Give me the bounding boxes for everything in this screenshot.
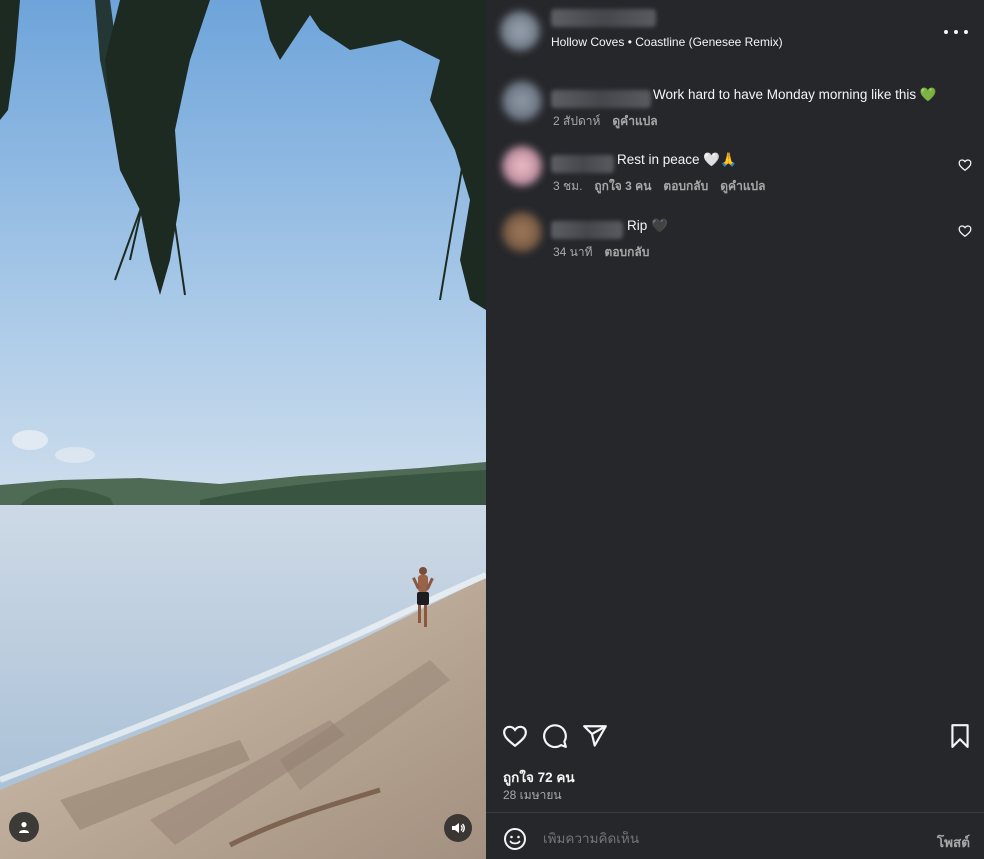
- emoji-smiley-icon[interactable]: [503, 827, 527, 851]
- translate-button[interactable]: ดูคำแปล: [720, 177, 765, 196]
- commenter-avatar[interactable]: [502, 212, 542, 252]
- translate-button[interactable]: ดูคำแปล: [612, 112, 657, 131]
- author-avatar[interactable]: [500, 11, 540, 51]
- comment-bubble-icon[interactable]: [542, 723, 568, 749]
- comment-item: Rip 🖤 34 นาที ตอบกลับ: [486, 212, 984, 272]
- white-heart-pray-icon: 🤍🙏: [703, 152, 737, 167]
- post-header: Hollow Coves • Coastline (Genesee Remix): [486, 0, 984, 72]
- heart-outline-icon[interactable]: [958, 224, 972, 238]
- commenter-avatar[interactable]: [502, 81, 542, 121]
- post-media[interactable]: [0, 0, 486, 859]
- audio-track-link[interactable]: Hollow Coves • Coastline (Genesee Remix): [551, 35, 783, 49]
- post-comment-button[interactable]: โพสต์: [937, 831, 970, 853]
- comment-text: Rest in peace 🤍🙏: [617, 152, 737, 167]
- green-heart-icon: 💚: [919, 87, 937, 102]
- comment-text: Work hard to have Monday morning like th…: [653, 87, 937, 102]
- heart-outline-icon[interactable]: [958, 158, 972, 172]
- reply-button[interactable]: ตอบกลับ: [663, 177, 708, 196]
- commenter-name-redacted[interactable]: [551, 90, 651, 108]
- comment-item: Rest in peace 🤍🙏 3 ชม. ถูกใจ 3 คน ตอบกลั…: [486, 146, 984, 206]
- like-heart-icon[interactable]: [502, 723, 528, 749]
- commenter-name-redacted[interactable]: [551, 221, 623, 239]
- comment-meta: 34 นาที ตอบกลับ: [553, 243, 649, 262]
- comments-panel: Hollow Coves • Coastline (Genesee Remix)…: [486, 0, 984, 859]
- comment-time[interactable]: 34 นาที: [553, 243, 593, 262]
- comment-likes-link[interactable]: ถูกใจ 3 คน: [594, 177, 651, 196]
- sound-toggle-button[interactable]: [444, 814, 472, 842]
- comment-time[interactable]: 2 สัปดาห์: [553, 112, 600, 131]
- likes-count[interactable]: ถูกใจ 72 คน: [503, 766, 575, 788]
- tagged-users-button[interactable]: [9, 812, 39, 842]
- share-paper-plane-icon[interactable]: [582, 723, 608, 749]
- commenter-name-redacted[interactable]: [551, 155, 614, 173]
- beach-photo: [0, 0, 486, 859]
- comment-text: Rip 🖤: [627, 218, 668, 233]
- user-icon: [19, 822, 29, 833]
- bookmark-icon[interactable]: [947, 723, 973, 749]
- post-date[interactable]: 28 เมษายน: [503, 786, 562, 805]
- reply-button[interactable]: ตอบกลับ: [605, 243, 650, 262]
- author-name-redacted[interactable]: [551, 9, 656, 27]
- comment-input[interactable]: [543, 831, 903, 846]
- comment-meta: 2 สัปดาห์ ดูคำแปล: [553, 112, 658, 131]
- more-horizontal-icon: [944, 30, 948, 34]
- volume-icon: [452, 823, 465, 833]
- black-heart-icon: 🖤: [651, 218, 668, 233]
- add-comment-bar: โพสต์: [486, 813, 984, 859]
- commenter-avatar[interactable]: [502, 146, 542, 186]
- comment-time[interactable]: 3 ชม.: [553, 177, 582, 196]
- more-options-button[interactable]: [944, 22, 968, 42]
- post-actions-bar: [486, 718, 984, 754]
- comment-item: Work hard to have Monday morning like th…: [486, 81, 984, 141]
- comment-meta: 3 ชม. ถูกใจ 3 คน ตอบกลับ ดูคำแปล: [553, 177, 766, 196]
